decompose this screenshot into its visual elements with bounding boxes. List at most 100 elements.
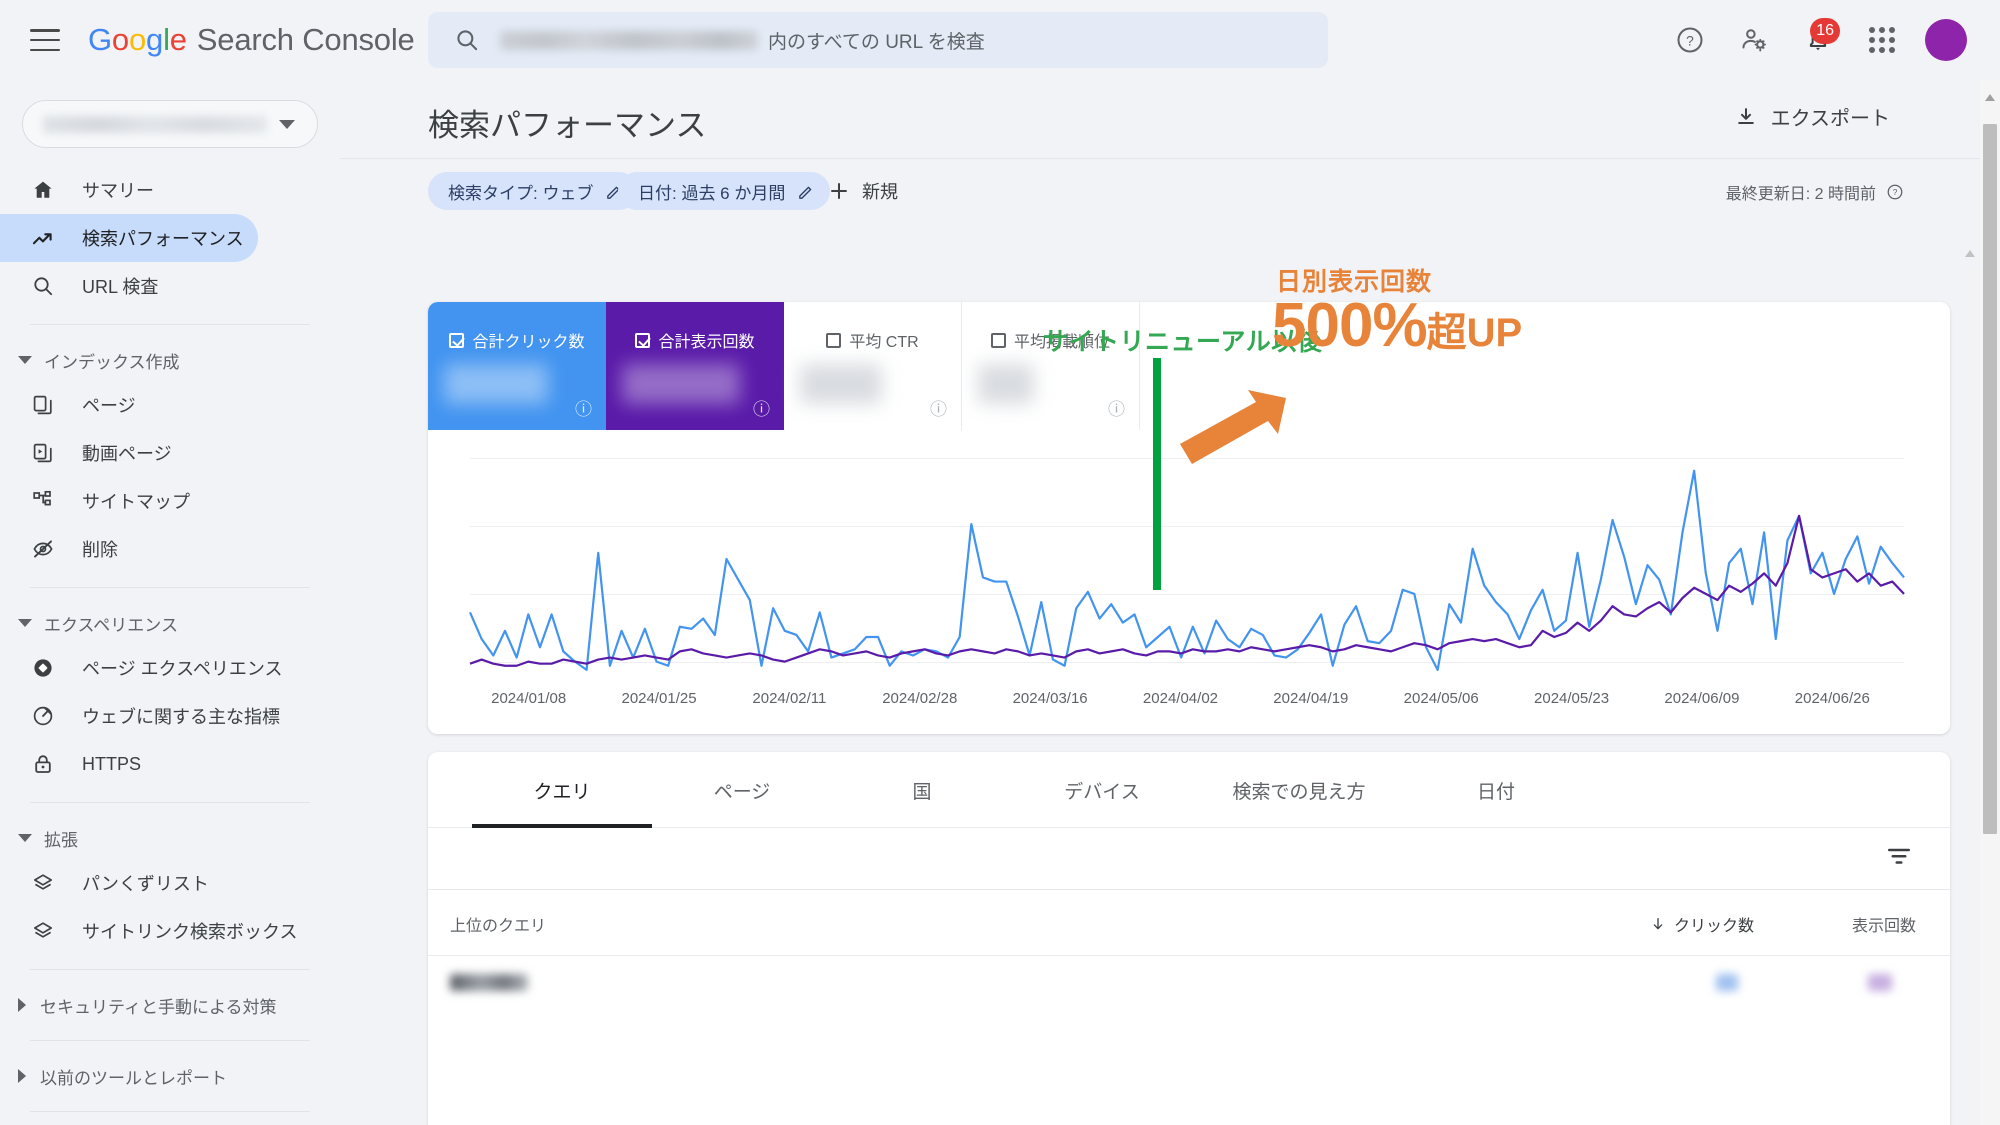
sidebar-item-https[interactable]: HTTPS	[0, 740, 258, 788]
help-icon[interactable]: ⓘ	[575, 395, 592, 420]
checkbox-unchecked-icon[interactable]	[826, 332, 842, 348]
sidebar-item-label: ウェブに関する主な指標	[82, 707, 280, 727]
property-selector[interactable]	[22, 100, 318, 148]
metric-total-clicks[interactable]: 合計クリック数 ⓘ	[428, 302, 606, 430]
triangle-down-icon	[18, 356, 32, 364]
table-row[interactable]	[428, 956, 1950, 1012]
sidebar-group-security[interactable]: セキュリティと手動による対策	[0, 984, 340, 1026]
sidebar-item-removals[interactable]: 削除	[0, 525, 258, 573]
sidebar-group-enhancements[interactable]: 拡張	[0, 817, 340, 859]
top-bar-icons: ? 16	[1662, 0, 1974, 80]
sidebar-item-label: サイトリンク検索ボックス	[82, 922, 298, 942]
help-icon[interactable]: ?	[1662, 12, 1718, 68]
layers-icon	[30, 870, 56, 896]
content-scrollbar[interactable]	[1962, 250, 1978, 1125]
triangle-right-icon	[18, 1069, 26, 1083]
export-button[interactable]: エクスポート	[1735, 102, 1890, 131]
triangle-down-icon	[18, 834, 32, 842]
metric-label-row: 合計表示回数	[606, 328, 784, 352]
sidebar-group-label: 拡張	[44, 830, 78, 850]
x-axis-tick-label: 2024/05/23	[1534, 690, 1610, 707]
tab-label: 国	[912, 781, 932, 803]
brand-product-name: Search Console	[196, 22, 415, 57]
scrollbar-track[interactable]	[1965, 268, 1975, 1125]
tab-dates[interactable]: 日付	[1406, 752, 1586, 828]
sidebar-item-video-pages[interactable]: 動画ページ	[0, 429, 258, 477]
help-icon[interactable]: ?	[1886, 183, 1904, 201]
svg-text:?: ?	[1686, 34, 1694, 49]
tab-countries[interactable]: 国	[832, 752, 1012, 828]
triangle-right-icon	[18, 998, 26, 1012]
sidebar-item-label: URL 検査	[82, 277, 159, 297]
plus-icon	[831, 183, 847, 199]
hamburger-menu-icon[interactable]	[30, 29, 60, 51]
sidebar-group-label: インデックス作成	[44, 352, 180, 372]
tab-label: クエリ	[533, 781, 591, 803]
tab-devices[interactable]: デバイス	[1012, 752, 1192, 828]
filter-chip-search-type[interactable]: 検索タイプ: ウェブ	[428, 172, 639, 210]
checkbox-checked-icon[interactable]	[635, 332, 651, 348]
sidebar-group-indexing[interactable]: インデックス作成	[0, 339, 340, 381]
column-header-clicks[interactable]: クリック数	[1650, 912, 1754, 936]
metric-total-impressions[interactable]: 合計表示回数 ⓘ	[606, 302, 784, 430]
sidebar-item-breadcrumbs[interactable]: パンくずリスト	[0, 859, 258, 907]
help-icon[interactable]: ⓘ	[930, 395, 947, 420]
core-web-vitals-icon	[30, 703, 56, 729]
sidebar-item-search-performance[interactable]: 検索パフォーマンス	[0, 214, 258, 262]
checkbox-unchecked-icon[interactable]	[990, 332, 1006, 348]
sidebar-item-page-experience[interactable]: ページ エクスペリエンス	[0, 644, 282, 692]
scroll-up-arrow-icon[interactable]	[1985, 94, 1995, 101]
sidebar-group-label: 以前のツールとレポート	[40, 1068, 227, 1088]
sidebar-item-sitelinks-searchbox[interactable]: サイトリンク検索ボックス	[0, 907, 297, 955]
page-header: 検索パフォーマンス エクスポート	[340, 80, 2000, 160]
scrollbar-thumb[interactable]	[1983, 124, 1997, 834]
x-axis-tick-label: 2024/06/09	[1664, 690, 1740, 707]
chart-x-axis: 2024/01/08 2024/01/25 2024/02/11 2024/02/28…	[428, 690, 1950, 708]
annotation-growth-number: 500%	[1272, 291, 1428, 360]
chart-series-line	[470, 471, 1904, 670]
url-inspection-search-bar[interactable]: 内のすべての URL を検査	[428, 12, 1328, 68]
sitemap-icon	[30, 488, 56, 514]
header-divider	[340, 158, 2000, 159]
tab-pages[interactable]: ページ	[652, 752, 832, 828]
help-icon[interactable]: ⓘ	[753, 395, 770, 420]
sidebar-item-core-web-vitals[interactable]: ウェブに関する主な指標	[0, 692, 280, 740]
sidebar-item-pages[interactable]: ページ	[0, 381, 258, 429]
home-icon	[30, 177, 56, 203]
metric-label-row: 合計クリック数	[428, 328, 606, 352]
help-icon[interactable]: ⓘ	[1108, 395, 1125, 420]
table-filter-bar	[428, 828, 1950, 890]
tab-label: 日付	[1476, 781, 1515, 803]
redacted-property-url	[500, 30, 758, 50]
tab-queries[interactable]: クエリ	[472, 752, 652, 828]
scroll-up-arrow-icon[interactable]	[1965, 250, 1975, 257]
metric-average-ctr[interactable]: 平均 CTR ⓘ	[784, 302, 962, 430]
metric-label: 合計表示回数	[658, 334, 755, 351]
brand-logo[interactable]: Google Search Console	[88, 22, 415, 58]
window-scrollbar[interactable]	[1980, 80, 2000, 1125]
site-renewal-marker-line	[1153, 358, 1161, 590]
sidebar-group-legacy-tools[interactable]: 以前のツールとレポート	[0, 1055, 340, 1097]
x-axis-tick-label: 2024/04/19	[1273, 690, 1349, 707]
user-avatar[interactable]	[1918, 12, 1974, 68]
search-console-app: Google Search Console 内のすべての URL を検査 ? 1…	[0, 0, 2000, 1125]
top-app-bar: Google Search Console 内のすべての URL を検査 ? 1…	[0, 0, 2000, 80]
metric-label: 平均 CTR	[849, 334, 919, 351]
notifications-bell-icon[interactable]: 16	[1790, 12, 1846, 68]
sidebar-divider	[30, 587, 310, 588]
sidebar-item-label: サイトマップ	[82, 492, 190, 512]
add-new-filter-button[interactable]: 新規	[820, 172, 906, 210]
apps-grid-icon[interactable]	[1854, 12, 1910, 68]
checkbox-checked-icon[interactable]	[449, 332, 465, 348]
sidebar-item-url-inspection[interactable]: URL 検査	[0, 262, 258, 310]
sidebar-item-sitemaps[interactable]: サイトマップ	[0, 477, 258, 525]
sidebar-divider	[30, 802, 310, 803]
account-settings-icon[interactable]	[1726, 12, 1782, 68]
dimension-table-card: クエリ ページ 国 デバイス 検索での見え方 日付 上位のクエリ クリック数 表…	[428, 752, 1950, 1125]
sidebar-item-summary[interactable]: サマリー	[0, 166, 258, 214]
add-new-filter-label: 新規	[862, 182, 898, 202]
filter-chip-date[interactable]: 日付: 過去 6 か月間	[618, 172, 831, 210]
filter-icon[interactable]	[1884, 842, 1914, 877]
sidebar-group-experience[interactable]: エクスペリエンス	[0, 602, 340, 644]
tab-search-appearance[interactable]: 検索での見え方	[1192, 752, 1406, 828]
